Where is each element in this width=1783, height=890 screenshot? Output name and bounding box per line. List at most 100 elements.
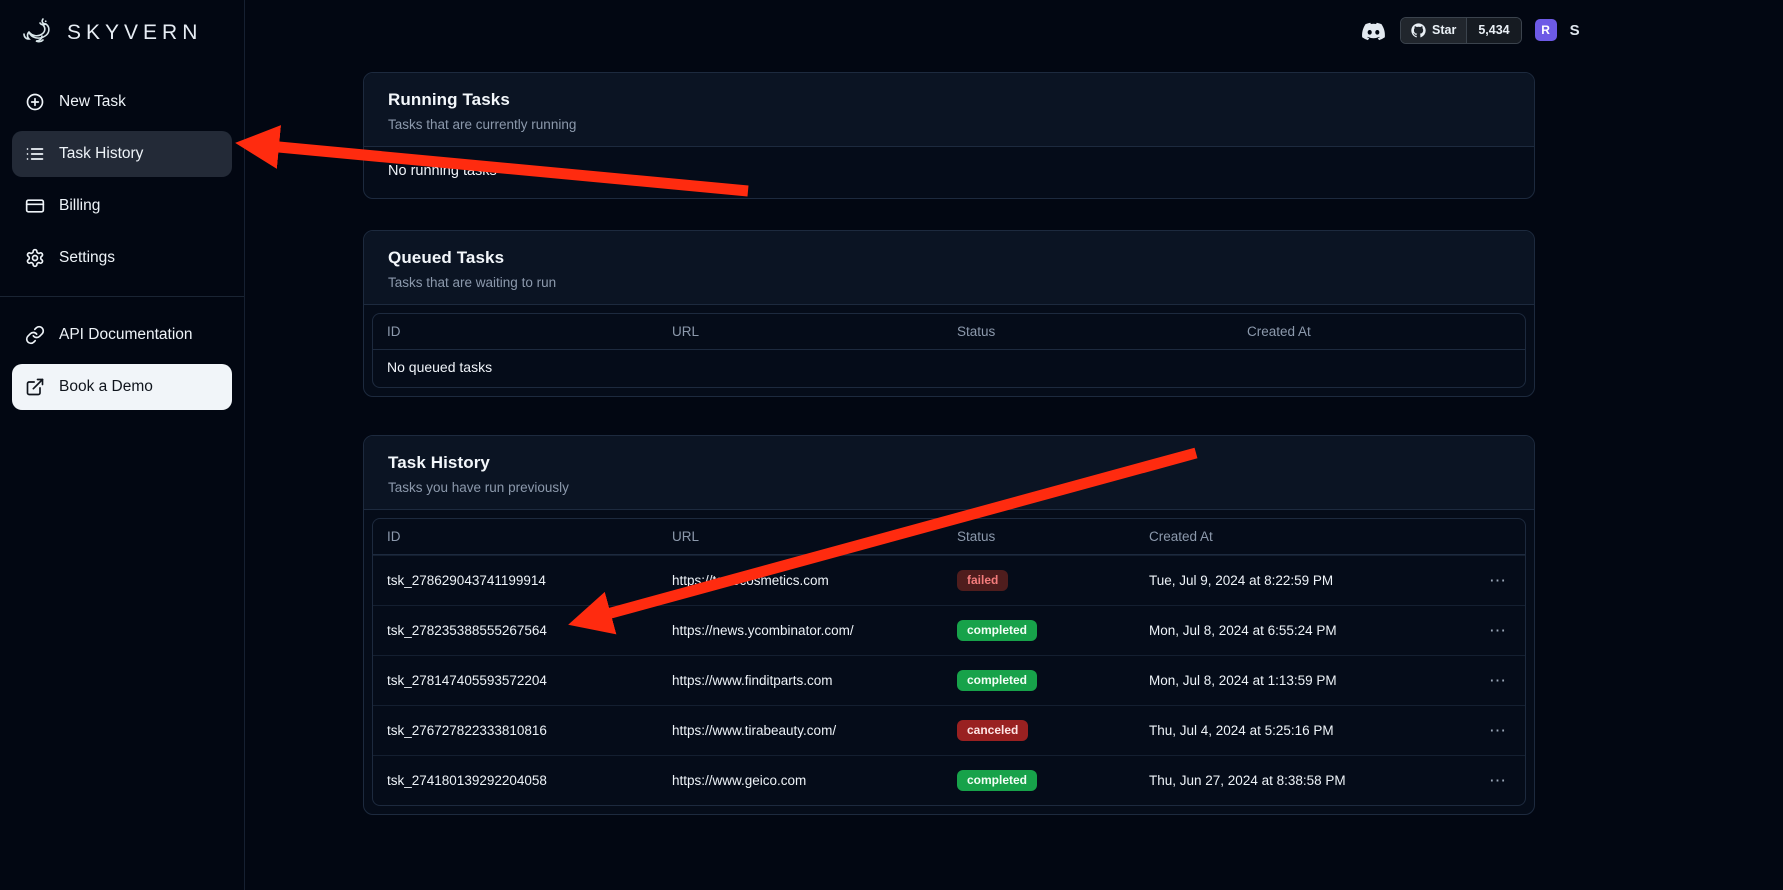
row-menu-button[interactable]: ⋯: [1483, 570, 1512, 591]
task-history-rows: tsk_278629043741199914 https://tartecosm…: [373, 555, 1525, 805]
queued-tasks-card: Queued Tasks Tasks that are waiting to r…: [363, 230, 1535, 397]
running-tasks-body: No running tasks: [364, 147, 1534, 198]
sidebar-item-label: Task History: [59, 145, 143, 163]
column-header-status: Status: [943, 314, 1233, 349]
plus-circle-icon: [25, 92, 45, 112]
sidebar-item-label: Billing: [59, 197, 100, 215]
avatar[interactable]: R: [1535, 19, 1557, 41]
sidebar-item-book-a-demo[interactable]: Book a Demo: [12, 364, 232, 410]
link-icon: [25, 325, 45, 345]
task-id-cell: tsk_274180139292204058: [373, 759, 658, 802]
sidebar-nav: New Task Task History Billing Settings: [0, 76, 244, 413]
credit-card-icon: [25, 196, 45, 216]
sidebar-item-new-task[interactable]: New Task: [12, 79, 232, 125]
column-header-status: Status: [943, 519, 1135, 554]
sidebar-item-billing[interactable]: Billing: [12, 183, 232, 229]
column-header-created-at: Created At: [1233, 314, 1525, 349]
table-header-row: ID URL Status Created At: [373, 314, 1525, 350]
row-menu-button[interactable]: ⋯: [1483, 770, 1512, 791]
sidebar-item-label: Book a Demo: [59, 378, 153, 396]
column-header-id: ID: [373, 519, 658, 554]
task-id-cell: tsk_276727822333810816: [373, 709, 658, 752]
task-status-cell: completed: [943, 606, 1135, 655]
sidebar-item-label: Settings: [59, 249, 115, 267]
status-badge: completed: [957, 670, 1037, 691]
task-url-cell: https://www.tirabeauty.com/: [658, 709, 943, 752]
discord-icon[interactable]: [1360, 20, 1387, 41]
task-url-cell: https://tartecosmetics.com: [658, 559, 943, 602]
task-created-at-cell: Tue, Jul 9, 2024 at 8:22:59 PM: [1135, 559, 1469, 602]
skyvern-app: SKYVERN New Task Task History Billing: [0, 0, 1783, 890]
task-url-cell: https://news.ycombinator.com/: [658, 609, 943, 652]
task-status-cell: completed: [943, 656, 1135, 705]
external-link-icon: [25, 377, 45, 397]
task-created-at-cell: Mon, Jul 8, 2024 at 1:13:59 PM: [1135, 659, 1469, 702]
org-name-partial: S: [1570, 22, 1580, 39]
table-header-row: ID URL Status Created At: [373, 519, 1525, 555]
card-title: Queued Tasks: [388, 248, 1510, 268]
task-row[interactable]: tsk_278629043741199914 https://tartecosm…: [373, 555, 1525, 605]
column-header-created-at: Created At: [1135, 519, 1469, 554]
task-status-cell: failed: [943, 556, 1135, 605]
queued-tasks-table: ID URL Status Created At No queued tasks: [372, 313, 1526, 388]
github-star-button[interactable]: Star 5,434: [1400, 17, 1522, 44]
sidebar-divider: [0, 296, 244, 297]
task-history-card: Task History Tasks you have run previous…: [363, 435, 1535, 815]
logo[interactable]: SKYVERN: [0, 0, 244, 60]
column-header-url: URL: [658, 519, 943, 554]
logo-text: SKYVERN: [67, 21, 202, 45]
task-history-table: ID URL Status Created At tsk_27862904374…: [372, 518, 1526, 806]
github-star-label: Star: [1432, 23, 1456, 37]
task-actions-cell: ⋯: [1469, 556, 1525, 605]
task-actions-cell: ⋯: [1469, 606, 1525, 655]
column-header-actions: [1469, 527, 1525, 547]
skyvern-logo-icon: [20, 12, 60, 54]
sidebar-item-task-history[interactable]: Task History: [12, 131, 232, 177]
task-history-body: ID URL Status Created At tsk_27862904374…: [364, 510, 1534, 814]
queued-tasks-header: Queued Tasks Tasks that are waiting to r…: [364, 231, 1534, 305]
github-star-left: Star: [1401, 18, 1466, 43]
task-url-cell: https://www.finditparts.com: [658, 659, 943, 702]
task-created-at-cell: Thu, Jul 4, 2024 at 5:25:16 PM: [1135, 709, 1469, 752]
sidebar-item-label: New Task: [59, 93, 126, 111]
task-row[interactable]: tsk_278235388555267564 https://news.ycom…: [373, 605, 1525, 655]
sidebar-item-settings[interactable]: Settings: [12, 235, 232, 281]
task-id-cell: tsk_278629043741199914: [373, 559, 658, 602]
task-status-cell: canceled: [943, 706, 1135, 755]
column-header-id: ID: [373, 314, 658, 349]
status-badge: completed: [957, 770, 1037, 791]
task-row[interactable]: tsk_274180139292204058 https://www.geico…: [373, 755, 1525, 805]
task-status-cell: completed: [943, 756, 1135, 805]
card-title: Running Tasks: [388, 90, 1510, 110]
card-subtitle: Tasks that are waiting to run: [388, 275, 1510, 290]
status-badge: failed: [957, 570, 1008, 591]
task-id-cell: tsk_278235388555267564: [373, 609, 658, 652]
sidebar-item-api-documentation[interactable]: API Documentation: [12, 312, 232, 358]
queued-tasks-body: ID URL Status Created At No queued tasks: [364, 305, 1534, 396]
gear-icon: [25, 248, 45, 268]
task-id-cell: tsk_278147405593572204: [373, 659, 658, 702]
card-title: Task History: [388, 453, 1510, 473]
task-row[interactable]: tsk_276727822333810816 https://www.tirab…: [373, 705, 1525, 755]
row-menu-button[interactable]: ⋯: [1483, 720, 1512, 741]
empty-state-text: No running tasks: [388, 163, 1510, 179]
status-badge: canceled: [957, 720, 1028, 741]
task-created-at-cell: Mon, Jul 8, 2024 at 6:55:24 PM: [1135, 609, 1469, 652]
sidebar-item-label: API Documentation: [59, 326, 193, 344]
task-created-at-cell: Thu, Jun 27, 2024 at 8:38:58 PM: [1135, 759, 1469, 802]
main-content: Running Tasks Tasks that are currently r…: [363, 72, 1535, 890]
github-icon: [1411, 23, 1426, 38]
column-header-url: URL: [658, 314, 943, 349]
sidebar: SKYVERN New Task Task History Billing: [0, 0, 245, 890]
row-menu-button[interactable]: ⋯: [1483, 620, 1512, 641]
task-row[interactable]: tsk_278147405593572204 https://www.findi…: [373, 655, 1525, 705]
task-actions-cell: ⋯: [1469, 756, 1525, 805]
card-subtitle: Tasks that are currently running: [388, 117, 1510, 132]
running-tasks-header: Running Tasks Tasks that are currently r…: [364, 73, 1534, 147]
task-url-cell: https://www.geico.com: [658, 759, 943, 802]
running-tasks-card: Running Tasks Tasks that are currently r…: [363, 72, 1535, 199]
card-subtitle: Tasks you have run previously: [388, 480, 1510, 495]
task-history-header: Task History Tasks you have run previous…: [364, 436, 1534, 510]
row-menu-button[interactable]: ⋯: [1483, 670, 1512, 691]
status-badge: completed: [957, 620, 1037, 641]
